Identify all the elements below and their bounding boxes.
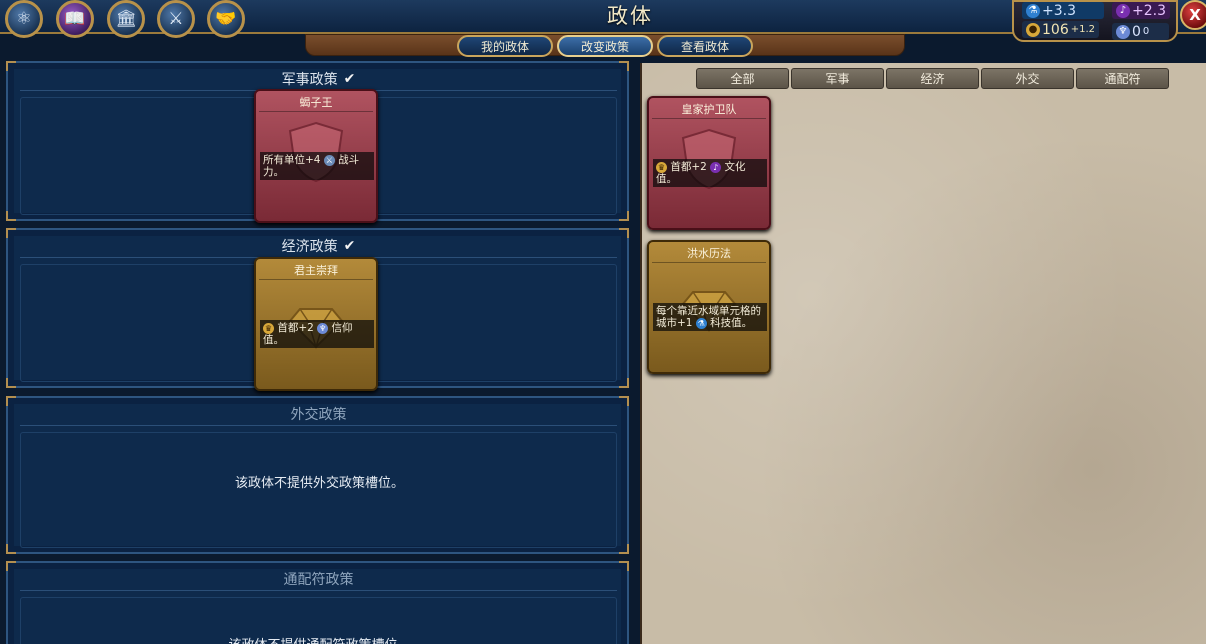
trade-handshake-icon[interactable]: 🤝 bbox=[207, 0, 245, 38]
science-icon: ⚗ bbox=[695, 317, 707, 329]
gold-delta: +1.2 bbox=[1070, 24, 1096, 35]
faith-icon: ♆ bbox=[317, 322, 329, 334]
wildcard-category-title: 通配符政策 bbox=[283, 571, 354, 588]
frame-corner bbox=[6, 211, 16, 221]
frame-corner bbox=[619, 211, 629, 221]
frame-corner bbox=[6, 61, 16, 71]
diplomatic-policy-category: 外交政策 该政体不提供外交政策槽位。 bbox=[6, 396, 629, 554]
capital-icon: ♛ bbox=[656, 161, 667, 173]
science-yield[interactable]: ⚗ +3.3 bbox=[1022, 2, 1104, 19]
policy-filter-bar: 全部 军事 经济 外交 通配符 bbox=[696, 68, 1169, 89]
capital-icon: ♛ bbox=[263, 322, 274, 334]
gold-yield[interactable]: ● 106 +1.2 bbox=[1022, 21, 1100, 38]
science-advisor-icon[interactable]: ⚛ bbox=[5, 0, 43, 38]
culture-yield[interactable]: ♪ +2.3 bbox=[1112, 2, 1170, 19]
faith-yield[interactable]: ♆ 00 bbox=[1112, 23, 1170, 40]
policy-card-title: 蝎子王 bbox=[259, 94, 373, 112]
policy-card-effect: 所有单位+4 ⚔ 战斗力。 bbox=[260, 152, 374, 180]
diplomatic-category-title: 外交政策 bbox=[290, 406, 347, 423]
tab-my-government[interactable]: 我的政体 bbox=[457, 35, 553, 57]
military-category-header: 军事政策 ✔ bbox=[20, 67, 617, 91]
filter-economic-button[interactable]: 经济 bbox=[886, 68, 979, 89]
tab-change-policies[interactable]: 改变政策 bbox=[557, 35, 653, 57]
wildcard-category-header: 通配符政策 bbox=[20, 567, 617, 591]
science-icon: ⚗ bbox=[1026, 3, 1040, 18]
frame-corner bbox=[619, 378, 629, 388]
frame-corner bbox=[619, 61, 629, 71]
economic-category-header: 经济政策 ✔ bbox=[20, 234, 617, 258]
effect-text: 首都+2 bbox=[277, 322, 314, 334]
policy-card-effect: ♛ 首都+2 ♆ 信仰值。 bbox=[260, 320, 374, 348]
diplomatic-no-slot-message: 该政体不提供外交政策槽位。 bbox=[234, 476, 404, 491]
sword-icon: ⚔ bbox=[323, 154, 335, 166]
policy-card-royal-guard[interactable]: 皇家护卫队 ♛ 首都+2 ♪ 文化值。 bbox=[647, 96, 771, 230]
faith-delta: 0 bbox=[1142, 26, 1150, 37]
wildcard-policy-category: 通配符政策 该政体不提供通配符政策槽位。 bbox=[6, 561, 629, 644]
faith-icon: ♆ bbox=[1116, 24, 1130, 39]
military-helmet-icon[interactable]: ⚔ bbox=[157, 0, 195, 38]
effect-text: 所有单位+4 bbox=[263, 154, 321, 166]
policy-card-title: 君主崇拜 bbox=[259, 262, 373, 280]
frame-corner bbox=[6, 561, 16, 571]
filter-wildcard-button[interactable]: 通配符 bbox=[1076, 68, 1169, 89]
science-value: +3.3 bbox=[1042, 2, 1076, 19]
policy-library-panel: 全部 军事 经济 外交 通配符 皇家护卫队 ♛ 首都+2 ♪ 文化值。 洪水历法… bbox=[640, 63, 1206, 644]
filter-all-button[interactable]: 全部 bbox=[696, 68, 789, 89]
frame-corner bbox=[6, 544, 16, 554]
frame-corner bbox=[619, 544, 629, 554]
gold-value: 106 bbox=[1042, 21, 1069, 38]
checkmark-icon: ✔ bbox=[343, 70, 356, 87]
policy-card-effect: 每个靠近水域单元格的城市+1 ⚗ 科技值。 bbox=[653, 303, 767, 331]
effect-text: 首都+2 bbox=[670, 161, 707, 173]
title-bar: 政体 bbox=[250, 0, 1010, 30]
screen-title: 政体 bbox=[607, 4, 653, 28]
frame-corner bbox=[6, 378, 16, 388]
policy-card-title: 皇家护卫队 bbox=[652, 101, 766, 119]
faith-value: 0 bbox=[1132, 23, 1141, 40]
economic-category-title: 经济政策 bbox=[281, 238, 338, 255]
checkmark-icon: ✔ bbox=[343, 237, 356, 254]
policy-card-flood-calendar[interactable]: 洪水历法 每个靠近水域单元格的城市+1 ⚗ 科技值。 bbox=[647, 240, 771, 374]
policy-card-scorpion-king[interactable]: 蝎子王 所有单位+4 ⚔ 战斗力。 bbox=[254, 89, 378, 223]
frame-corner bbox=[619, 228, 629, 238]
policy-slots-panel: 军事政策 ✔ 经济政策 ✔ 外交政策 该政体不提供外交政策槽位。 通配符政策 该… bbox=[6, 61, 629, 644]
policy-card-title: 洪水历法 bbox=[652, 245, 766, 263]
culture-value: +2.3 bbox=[1132, 2, 1166, 19]
wildcard-no-slot-message: 该政体不提供通配符政策槽位。 bbox=[8, 634, 631, 644]
culture-icon: ♪ bbox=[1116, 3, 1130, 18]
gold-coin-icon: ● bbox=[1026, 22, 1040, 37]
tab-view-government[interactable]: 查看政体 bbox=[657, 35, 753, 57]
frame-corner bbox=[619, 396, 629, 406]
close-button[interactable]: X bbox=[1180, 0, 1206, 30]
filter-diplomatic-button[interactable]: 外交 bbox=[981, 68, 1074, 89]
frame-corner bbox=[6, 228, 16, 238]
filter-military-button[interactable]: 军事 bbox=[791, 68, 884, 89]
effect-text: 科技值。 bbox=[710, 317, 753, 329]
military-category-title: 军事政策 bbox=[281, 71, 338, 88]
policy-card-effect: ♛ 首都+2 ♪ 文化值。 bbox=[653, 159, 767, 187]
diplomatic-category-header: 外交政策 bbox=[20, 402, 617, 426]
culture-icon: ♪ bbox=[710, 161, 722, 173]
capitol-building-icon[interactable]: 🏛 bbox=[107, 0, 145, 38]
policy-card-god-king[interactable]: 君主崇拜 ♛ 首都+2 ♆ 信仰值。 bbox=[254, 257, 378, 391]
frame-corner bbox=[619, 561, 629, 571]
resource-panel: ⚗ +3.3 ♪ +2.3 ● 106 +1.2 ♆ 00 bbox=[1012, 0, 1178, 42]
culture-book-icon[interactable]: 📖 bbox=[56, 0, 94, 38]
frame-corner bbox=[6, 396, 16, 406]
